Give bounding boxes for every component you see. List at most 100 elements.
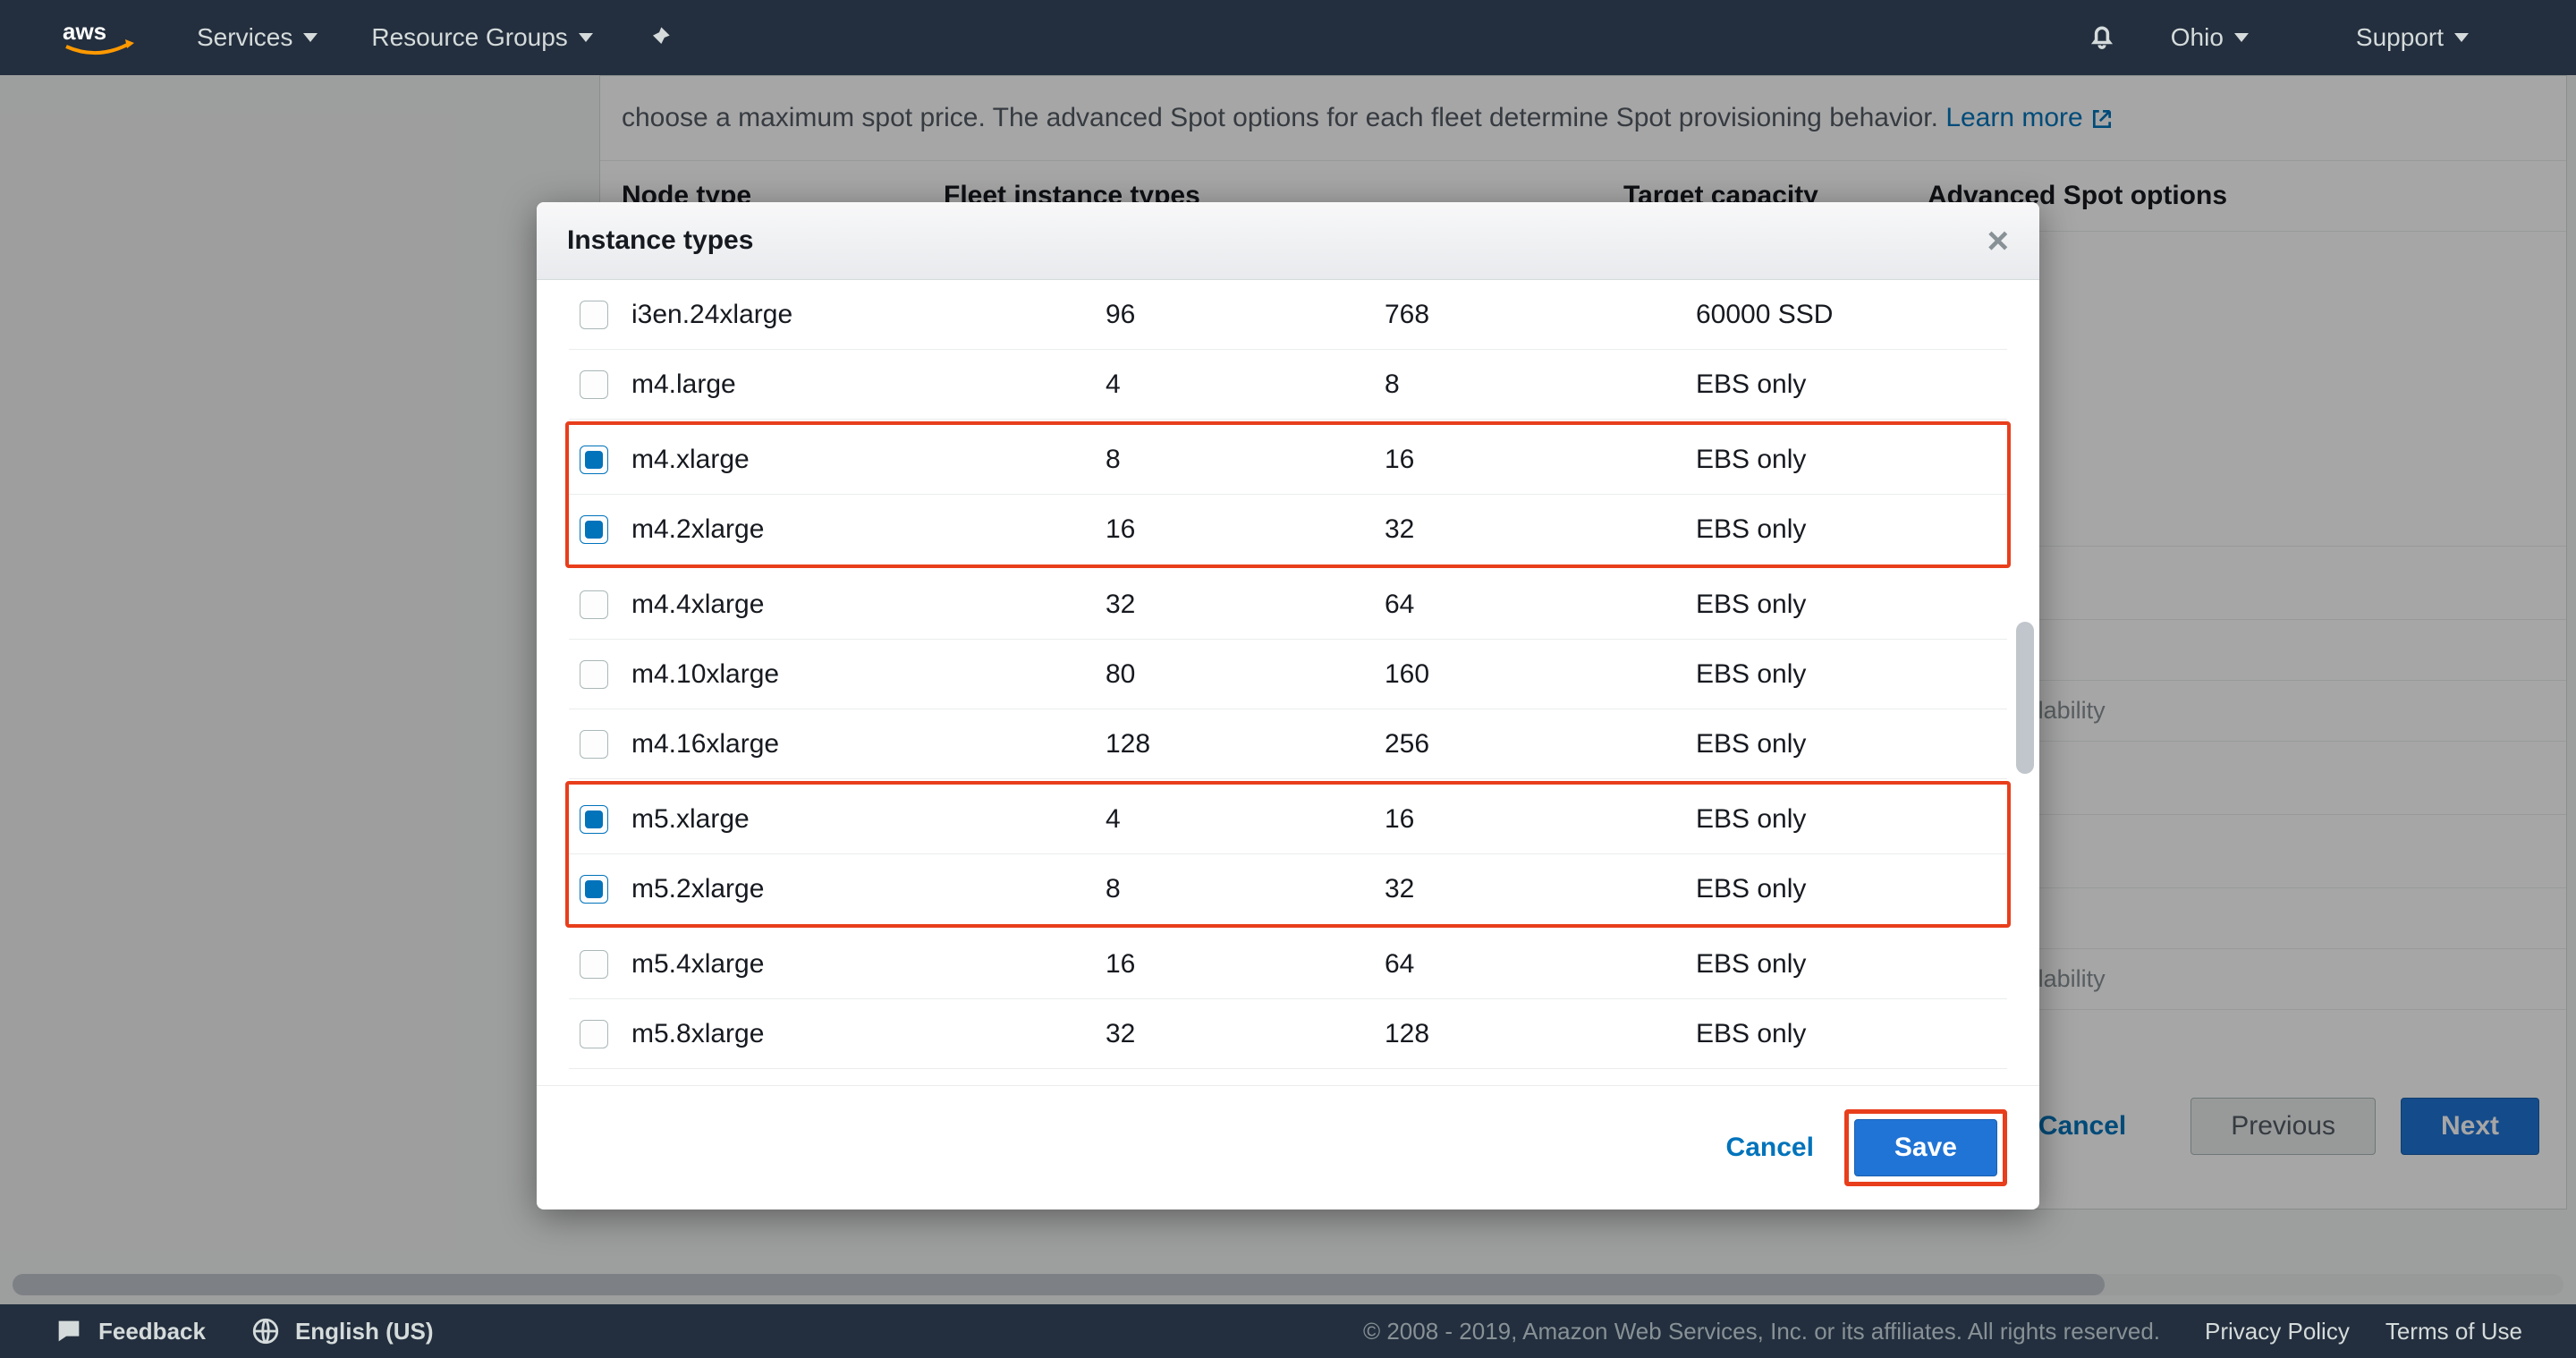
instance-storage: EBS only bbox=[1696, 729, 2007, 760]
privacy-link[interactable]: Privacy Policy bbox=[2205, 1318, 2350, 1345]
instance-vcpu: 8 bbox=[1106, 874, 1385, 904]
instance-vcpu: 16 bbox=[1106, 949, 1385, 980]
instance-vcpu: 8 bbox=[1106, 445, 1385, 475]
nav-notifications[interactable] bbox=[2087, 20, 2117, 56]
instance-vcpu: 4 bbox=[1106, 804, 1385, 835]
highlighted-group: m5.xlarge416EBS onlym5.2xlarge832EBS onl… bbox=[565, 781, 2011, 928]
instance-checkbox[interactable] bbox=[580, 446, 608, 474]
chevron-down-icon bbox=[579, 33, 593, 42]
bell-icon bbox=[2087, 20, 2117, 50]
instance-checkbox[interactable] bbox=[580, 805, 608, 834]
aws-logo[interactable]: aws bbox=[54, 11, 143, 64]
instance-row: m4.16xlarge128256EBS only bbox=[569, 709, 2007, 779]
nav-region[interactable]: Ohio bbox=[2171, 23, 2249, 52]
instance-name: m5.2xlarge bbox=[631, 874, 1106, 904]
nav-support[interactable]: Support bbox=[2356, 23, 2469, 52]
nav-resource-groups-label: Resource Groups bbox=[371, 23, 567, 52]
speech-bubble-icon bbox=[54, 1316, 84, 1346]
instance-name: m4.large bbox=[631, 369, 1106, 400]
instance-vcpu: 32 bbox=[1106, 1019, 1385, 1049]
nav-services-label: Services bbox=[197, 23, 292, 52]
highlighted-group: m4.xlarge816EBS onlym4.2xlarge1632EBS on… bbox=[565, 421, 2011, 568]
nav-resource-groups[interactable]: Resource Groups bbox=[371, 23, 592, 52]
save-highlight: Save bbox=[1844, 1109, 2007, 1186]
modal-header: Instance types × bbox=[537, 202, 2039, 280]
instance-memory: 16 bbox=[1385, 445, 1696, 475]
instance-vcpu: 16 bbox=[1106, 514, 1385, 545]
instance-row: m5.8xlarge32128EBS only bbox=[569, 999, 2007, 1069]
instance-name: m4.16xlarge bbox=[631, 729, 1106, 760]
instance-storage: 60000 SSD bbox=[1696, 300, 2007, 330]
instance-row: m5.4xlarge1664EBS only bbox=[569, 929, 2007, 999]
instance-name: m4.4xlarge bbox=[631, 590, 1106, 620]
scrollbar-thumb[interactable] bbox=[2016, 622, 2034, 774]
instance-vcpu: 128 bbox=[1106, 729, 1385, 760]
instance-storage: EBS only bbox=[1696, 1019, 2007, 1049]
pin-icon bbox=[647, 25, 672, 50]
instance-memory: 160 bbox=[1385, 659, 1696, 690]
privacy-label: Privacy Policy bbox=[2205, 1318, 2350, 1345]
instance-checkbox[interactable] bbox=[580, 660, 608, 689]
instance-checkbox[interactable] bbox=[580, 370, 608, 399]
instance-checkbox[interactable] bbox=[580, 1020, 608, 1048]
nav-region-label: Ohio bbox=[2171, 23, 2224, 52]
instance-checkbox[interactable] bbox=[580, 950, 608, 979]
instance-memory: 16 bbox=[1385, 804, 1696, 835]
nav-pin[interactable] bbox=[647, 25, 672, 50]
instance-vcpu: 32 bbox=[1106, 590, 1385, 620]
instance-checkbox[interactable] bbox=[580, 875, 608, 904]
instance-memory: 128 bbox=[1385, 1019, 1696, 1049]
modal-save-button[interactable]: Save bbox=[1854, 1119, 1997, 1176]
instance-row: m5.xlarge416EBS only bbox=[569, 785, 2007, 854]
instance-name: m5.4xlarge bbox=[631, 949, 1106, 980]
instance-checkbox[interactable] bbox=[580, 515, 608, 544]
instance-name: m4.2xlarge bbox=[631, 514, 1106, 545]
instance-memory: 8 bbox=[1385, 369, 1696, 400]
close-icon[interactable]: × bbox=[1987, 222, 2009, 259]
language-label: English (US) bbox=[295, 1318, 434, 1345]
instance-storage: EBS only bbox=[1696, 590, 2007, 620]
bottom-bar: Feedback English (US) © 2008 - 2019, Ama… bbox=[0, 1304, 2576, 1358]
top-nav: aws Services Resource Groups Ohio Suppor… bbox=[0, 0, 2576, 75]
modal-cancel-button[interactable]: Cancel bbox=[1726, 1133, 1814, 1163]
vertical-scrollbar[interactable] bbox=[2016, 291, 2034, 1074]
instance-storage: EBS only bbox=[1696, 874, 2007, 904]
instance-memory: 256 bbox=[1385, 729, 1696, 760]
instance-name: m4.xlarge bbox=[631, 445, 1106, 475]
instance-row: m4.large48EBS only bbox=[569, 350, 2007, 420]
instance-checkbox[interactable] bbox=[580, 301, 608, 329]
instance-vcpu: 80 bbox=[1106, 659, 1385, 690]
instance-vcpu: 4 bbox=[1106, 369, 1385, 400]
instance-memory: 32 bbox=[1385, 514, 1696, 545]
instance-checkbox[interactable] bbox=[580, 730, 608, 759]
page-body: choose a maximum spot price. The advance… bbox=[0, 75, 2576, 1304]
nav-support-label: Support bbox=[2356, 23, 2444, 52]
terms-label: Terms of Use bbox=[2385, 1318, 2522, 1345]
svg-text:aws: aws bbox=[63, 18, 106, 45]
terms-link[interactable]: Terms of Use bbox=[2385, 1318, 2522, 1345]
modal-overlay: Instance types × i3en.24xlarge9676860000… bbox=[0, 75, 2576, 1304]
instance-memory: 768 bbox=[1385, 300, 1696, 330]
instance-list: i3en.24xlarge9676860000 SSDm4.large48EBS… bbox=[537, 280, 2039, 1085]
modal-footer: Cancel Save bbox=[537, 1085, 2039, 1209]
copyright-text: © 2008 - 2019, Amazon Web Services, Inc.… bbox=[1363, 1318, 2160, 1345]
nav-services[interactable]: Services bbox=[197, 23, 318, 52]
instance-row: m5.2xlarge832EBS only bbox=[569, 854, 2007, 924]
feedback-link[interactable]: Feedback bbox=[54, 1316, 206, 1346]
globe-icon bbox=[250, 1316, 281, 1346]
modal-body: i3en.24xlarge9676860000 SSDm4.large48EBS… bbox=[537, 280, 2039, 1085]
instance-row: m5.12xlarge48192EBS only bbox=[569, 1069, 2007, 1085]
instance-row: i3en.24xlarge9676860000 SSD bbox=[569, 280, 2007, 350]
instance-row: m4.xlarge816EBS only bbox=[569, 425, 2007, 495]
language-selector[interactable]: English (US) bbox=[250, 1316, 434, 1346]
instance-name: m4.10xlarge bbox=[631, 659, 1106, 690]
instance-row: m4.2xlarge1632EBS only bbox=[569, 495, 2007, 564]
chevron-down-icon bbox=[303, 33, 318, 42]
chevron-down-icon bbox=[2234, 33, 2249, 42]
instance-checkbox[interactable] bbox=[580, 590, 608, 619]
instance-storage: EBS only bbox=[1696, 514, 2007, 545]
instance-memory: 64 bbox=[1385, 590, 1696, 620]
instance-row: m4.4xlarge3264EBS only bbox=[569, 570, 2007, 640]
instance-storage: EBS only bbox=[1696, 949, 2007, 980]
instance-memory: 64 bbox=[1385, 949, 1696, 980]
